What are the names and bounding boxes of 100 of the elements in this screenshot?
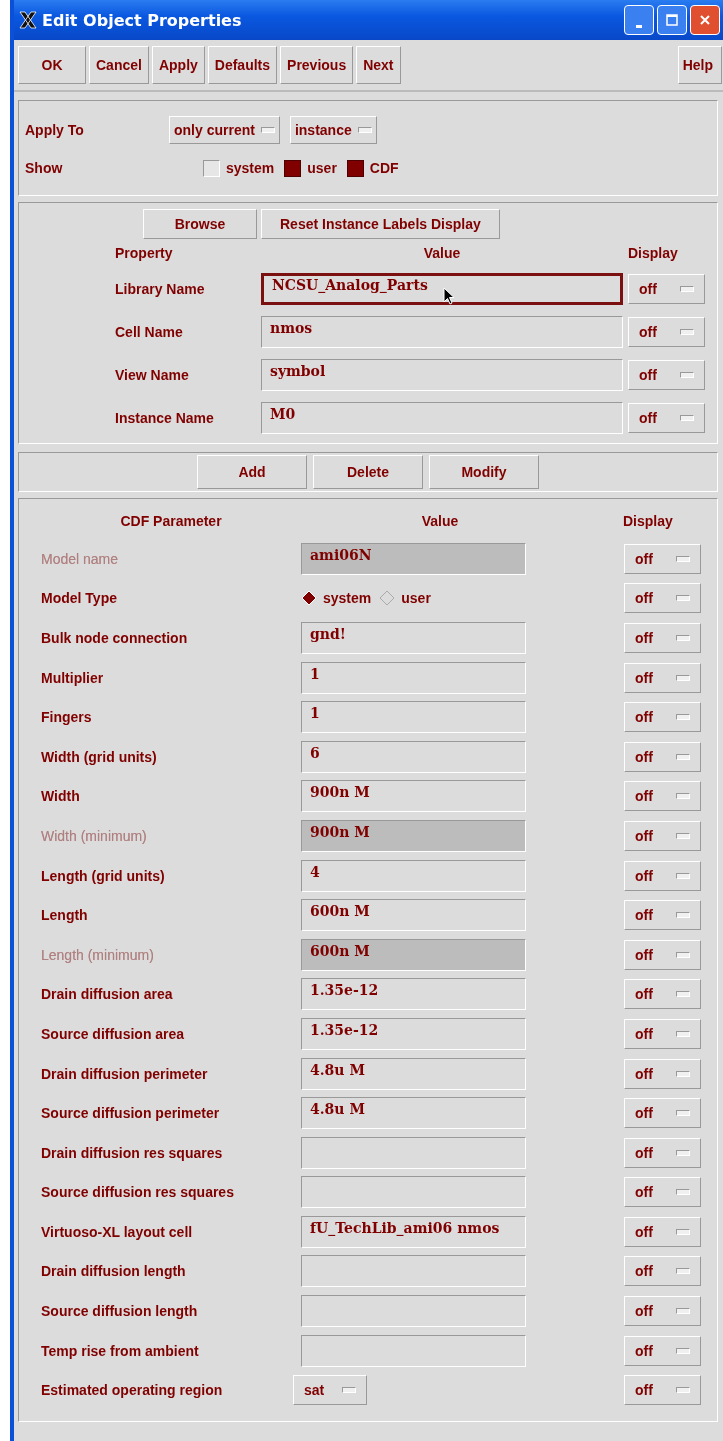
parameter-label: Length	[40, 907, 89, 924]
display-cycle-button[interactable]: off	[624, 662, 701, 693]
column-header: Display	[623, 513, 673, 529]
minimize-icon	[636, 24, 642, 28]
parameter-label: Virtuoso-XL layout cell	[40, 1223, 194, 1240]
browse-button[interactable]: Browse	[143, 209, 257, 239]
parameter-label: Source diffusion area	[40, 1025, 186, 1042]
cycle-button[interactable]: only current	[169, 116, 280, 144]
display-cycle-button[interactable]: off	[624, 1018, 701, 1049]
toolbar-button[interactable]: Apply	[151, 46, 205, 84]
parameter-label: Drain diffusion area	[40, 986, 174, 1003]
text-field[interactable]: fU_TechLib_ami06 nmos	[301, 1215, 526, 1248]
text-field[interactable]: 4.8u M	[301, 1097, 526, 1130]
close-button[interactable]	[690, 5, 720, 35]
minimize-button[interactable]	[624, 5, 654, 35]
text-field[interactable]: gnd!	[301, 622, 526, 654]
text-field[interactable]: nmos	[261, 315, 623, 348]
parameter-label: Drain diffusion res squares	[40, 1144, 224, 1161]
toolbar-button[interactable]: OK	[18, 46, 86, 84]
show-label: Show	[24, 160, 64, 176]
reset-labels-button[interactable]: Reset Instance Labels Display	[261, 209, 500, 239]
text-field[interactable]: 1	[301, 701, 526, 734]
toolbar-button[interactable]: Next	[356, 46, 401, 84]
display-cycle-button[interactable]: off	[624, 900, 701, 931]
text-field[interactable]: 1.35e-12	[301, 978, 526, 1011]
text-field[interactable]: 1.35e-12	[301, 1017, 526, 1050]
text-field[interactable]: NCSU_Analog_Parts	[261, 272, 623, 305]
parameter-label: Temp rise from ambient	[40, 1342, 200, 1359]
edit-button[interactable]: Delete	[313, 455, 423, 489]
parameter-label: Bulk node connection	[40, 630, 189, 646]
checkbox-label: user	[307, 160, 337, 176]
display-cycle-button[interactable]: off	[628, 273, 705, 304]
display-cycle-button[interactable]: off	[624, 623, 701, 653]
display-cycle-button[interactable]: off	[624, 1058, 701, 1089]
display-cycle-button[interactable]: off	[624, 1177, 701, 1208]
maximize-icon	[666, 14, 678, 26]
text-field[interactable]: 4	[301, 859, 526, 892]
edit-button[interactable]: Add	[197, 455, 307, 489]
property-label: Library Name	[114, 280, 206, 297]
display-cycle-button[interactable]: off	[624, 1296, 701, 1327]
checkbox[interactable]	[346, 159, 364, 177]
display-cycle-button[interactable]: off	[624, 741, 701, 772]
toolbar-button[interactable]: Previous	[280, 46, 354, 84]
radio-label: user	[401, 590, 431, 607]
toolbar-button[interactable]: Defaults	[207, 46, 278, 84]
parameter-label: Source diffusion length	[40, 1303, 199, 1320]
radio-button[interactable]	[379, 590, 396, 607]
text-field[interactable]	[301, 1334, 526, 1367]
text-field[interactable]	[301, 1295, 526, 1328]
display-cycle-button[interactable]: off	[624, 1216, 701, 1247]
display-cycle-button[interactable]: off	[624, 583, 701, 614]
cycle-button[interactable]: instance	[289, 116, 377, 144]
column-header: Display	[628, 245, 678, 261]
column-header: CDF Parameter	[119, 513, 223, 529]
column-header: Value	[420, 513, 460, 529]
parameter-label: Width (minimum)	[40, 827, 148, 844]
help-button[interactable]: Help	[677, 46, 722, 84]
checkbox-label: CDF	[369, 160, 399, 176]
parameter-label: Estimated operating region	[40, 1382, 224, 1399]
display-cycle-button[interactable]: off	[624, 1256, 701, 1287]
text-field[interactable]: 900n M	[301, 780, 526, 813]
mouse-pointer-icon	[443, 286, 455, 305]
parameter-label: Source diffusion perimeter	[40, 1105, 221, 1122]
x-logo-icon	[18, 10, 38, 30]
display-cycle-button[interactable]: off	[628, 402, 705, 433]
property-label: View Name	[114, 366, 190, 383]
display-cycle-button[interactable]: off	[628, 316, 705, 347]
text-field[interactable]	[301, 1136, 526, 1169]
display-cycle-button[interactable]: off	[628, 359, 705, 390]
text-field[interactable]: 4.8u M	[301, 1057, 526, 1090]
text-field[interactable]: 6	[301, 740, 526, 773]
edit-button[interactable]: Modify	[429, 455, 539, 489]
toolbar-button[interactable]: Cancel	[89, 46, 149, 84]
display-cycle-button[interactable]: off	[624, 781, 701, 812]
text-field[interactable]	[301, 1255, 526, 1288]
parameter-label: Source diffusion res squares	[40, 1184, 235, 1201]
display-cycle-button[interactable]: off	[624, 1375, 701, 1406]
display-cycle-button[interactable]: off	[624, 1098, 701, 1129]
checkbox[interactable]	[203, 159, 220, 177]
parameter-label: Model Type	[40, 590, 118, 607]
radio-label: system	[323, 590, 372, 607]
checkbox-label: system	[226, 160, 275, 176]
display-cycle-button[interactable]: off	[624, 702, 701, 733]
property-label: Instance Name	[114, 409, 215, 426]
display-cycle-button[interactable]: off	[624, 979, 701, 1010]
cycle-button[interactable]: sat	[293, 1375, 368, 1406]
display-cycle-button[interactable]: off	[624, 860, 701, 891]
text-field[interactable]: 600n M	[301, 899, 526, 932]
text-field[interactable]: symbol	[261, 358, 623, 391]
maximize-button[interactable]	[657, 5, 687, 35]
column-header: Value	[422, 245, 462, 261]
checkbox[interactable]	[284, 159, 302, 177]
display-cycle-button[interactable]: off	[624, 1335, 701, 1366]
window-title: Edit Object Properties	[42, 10, 242, 30]
display-cycle-button[interactable]: off	[624, 1137, 701, 1168]
text-field[interactable]: M0	[261, 401, 623, 434]
text-field[interactable]: 1	[301, 661, 526, 694]
property-label: Cell Name	[114, 323, 184, 340]
parameter-label: Fingers	[40, 709, 93, 726]
text-field[interactable]	[301, 1176, 526, 1209]
